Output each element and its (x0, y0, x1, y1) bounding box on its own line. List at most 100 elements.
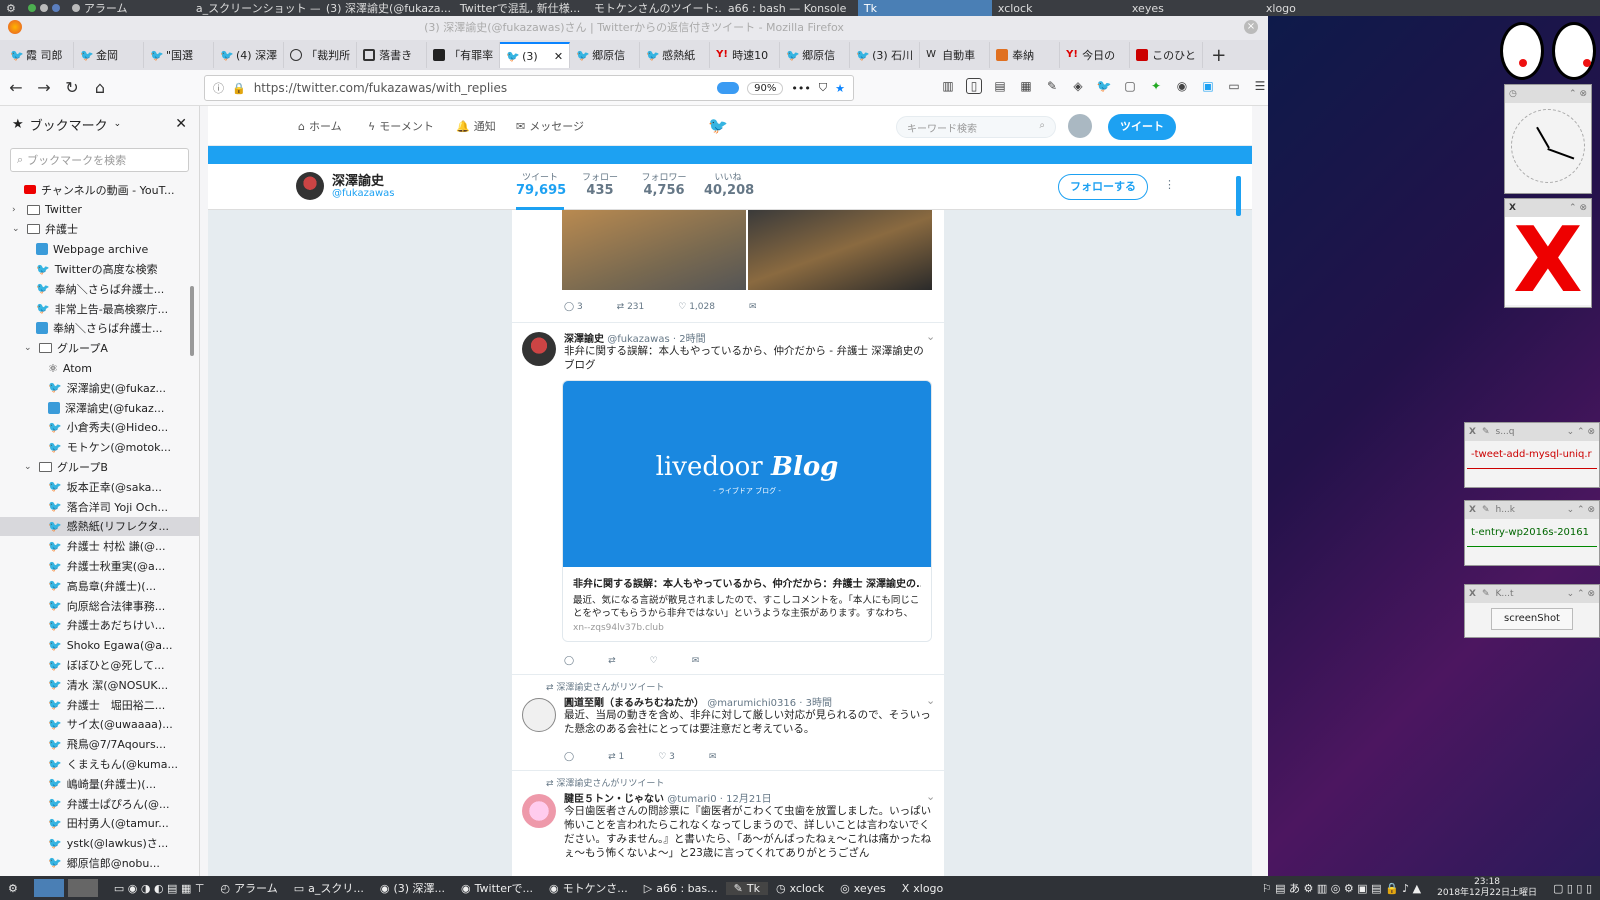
window-controls-icon[interactable]: ⌄ ⌃ ⊗ (1567, 589, 1595, 599)
tab-close-icon[interactable]: ✕ (554, 50, 563, 63)
pocket-icon[interactable]: ⛉ (819, 81, 827, 95)
stat-likes[interactable]: いいね 40,208 (704, 170, 754, 198)
bookmark-item[interactable]: 🐦 坂本正幸(@saka... (0, 477, 199, 497)
chevron-down-icon[interactable]: ⌄ (926, 694, 935, 707)
bookmark-folder[interactable]: ⌄ グループB (0, 457, 199, 477)
sidebar-scrollbar[interactable] (190, 286, 194, 356)
tab[interactable]: 🐦 郷原信 (780, 42, 851, 68)
screenshot-button[interactable]: screenShot (1491, 608, 1573, 630)
reply-icon[interactable]: ◯ 3 (564, 302, 583, 312)
tab[interactable]: 🐦 霞 司郎 (4, 42, 74, 68)
tray-launchers[interactable] (22, 0, 66, 16)
chevron-down-icon[interactable]: ⌄ (926, 330, 935, 343)
retweet-icon[interactable]: ⇄ (608, 656, 616, 666)
bookmark-item[interactable]: 🐦 非常上告-最高検察庁... (0, 299, 199, 319)
kde-menu-icon[interactable]: ⚙ (0, 882, 26, 895)
menu-icon[interactable]: ☰ (1252, 78, 1268, 94)
taskbar-item[interactable]: (3) 深澤諭史(@fukaza... (320, 0, 454, 16)
bookmark-item[interactable]: ⚛ Atom (0, 358, 199, 378)
twitter-extension-icon[interactable]: 🐦 (1096, 78, 1112, 94)
home-icon[interactable]: ⌂ (88, 76, 112, 100)
nav-moments[interactable]: ϟ モーメント (368, 118, 434, 134)
bookmark-item[interactable]: 🐦 くまえもん(@kuma... (0, 754, 199, 774)
window-controls-icon[interactable]: ⌃ ⊗ (1569, 89, 1587, 99)
chevron-down-icon[interactable]: ⌄ (114, 119, 122, 129)
window-controls-icon[interactable]: ⌄ ⌃ ⊗ (1567, 427, 1595, 437)
tweet-avatar[interactable] (522, 794, 556, 828)
taskbar-item[interactable]: X xlogo (894, 882, 952, 895)
like-icon[interactable]: ♡ 3 (658, 752, 675, 762)
bookmark-item[interactable]: 🐦 田村勇人(@tamur... (0, 814, 199, 834)
system-tray[interactable]: ⚐ ▤ あ ⚙ ▥ ◎ ⚙ ▣ ▤ 🔒 ♪ ▲ (1254, 880, 1429, 896)
chevron-down-icon[interactable]: ⌄ (24, 343, 34, 353)
tab[interactable]: 🐦 感熱紙 (640, 42, 711, 68)
bookmark-item[interactable]: 🐦 向原総合法律事務... (0, 596, 199, 616)
twitter-search-input[interactable]: キーワード検索 ⌕ (896, 116, 1056, 138)
bookmark-item[interactable]: 🐦 感熱紙(リフレクタ... (0, 516, 199, 537)
like-icon[interactable]: ♡ (650, 656, 658, 666)
tab[interactable]: 🐦 郷原信 (570, 42, 641, 68)
url-text[interactable]: https://twitter.com/fukazawas/with_repli… (254, 81, 709, 95)
chevron-right-icon[interactable]: › (12, 205, 22, 215)
taskbar-item[interactable]: a66 : bash — Konsole (722, 0, 858, 16)
avatar[interactable] (1068, 114, 1092, 138)
window-close-icon[interactable]: × (1244, 20, 1258, 34)
reply-icon[interactable]: ◯ (564, 656, 574, 666)
sidebar-title[interactable]: ブックマーク (30, 115, 108, 134)
extension-icon[interactable]: ▦ (1018, 78, 1034, 94)
bookmark-folder[interactable]: › Twitter (0, 200, 199, 220)
extension-icon[interactable]: ✦ (1148, 78, 1164, 94)
bookmark-item[interactable]: 🐦 モトケン(@motok... (0, 437, 199, 457)
retweet-icon[interactable]: ⇄ 231 (617, 302, 645, 312)
tweet-photo[interactable] (748, 210, 932, 290)
kde-menu-icon[interactable]: ⚙ (0, 0, 22, 16)
bookmark-item[interactable]: チャンネルの動画 - YouT... (0, 180, 199, 200)
bookmark-star-icon[interactable]: ★ (835, 82, 845, 95)
profile-name[interactable]: 深澤諭史 (332, 170, 384, 189)
tab[interactable]: 落書き (357, 42, 428, 68)
tab[interactable]: 🐦 (3) 石川 (850, 42, 921, 68)
extension-icon[interactable]: ▣ (1200, 78, 1216, 94)
follow-button[interactable]: フォローする (1058, 174, 1148, 200)
dm-icon[interactable]: ✉ (692, 656, 700, 666)
pen-icon[interactable]: ✎ (1044, 78, 1060, 94)
tab[interactable]: 「有罪率 (427, 42, 501, 68)
taskbar-item[interactable]: ◉ Twitterで... (453, 880, 541, 896)
twitter-bird-icon[interactable]: 🐦 (708, 116, 728, 135)
taskbar-item[interactable]: xeyes (1126, 0, 1260, 16)
bookmark-item[interactable]: 🐦 Twitterの高度な検索 (0, 259, 199, 279)
bookmark-item[interactable]: 🐦 ぼぼひと@死して... (0, 655, 199, 675)
tab[interactable]: このひと (1130, 42, 1203, 68)
page-scrollbar[interactable] (1236, 176, 1241, 216)
tab[interactable]: 🐦 (4) 深澤 (214, 42, 285, 68)
sidebar-toggle-icon[interactable]: ▯ (966, 78, 982, 94)
bookmark-item[interactable]: 🐦 弁護士 村松 謙(@... (0, 536, 199, 556)
bookmark-item[interactable]: 奉納＼さらば弁護士... (0, 319, 199, 339)
info-icon[interactable]: ⓘ (213, 80, 224, 96)
bookmark-item[interactable]: 🐦 郷原信郎@nobu... (0, 853, 199, 873)
retweet-icon[interactable]: ⇄ 1 (608, 752, 624, 762)
bookmark-item[interactable]: 🐦 弁護士あだちけい... (0, 616, 199, 636)
pin-icon[interactable]: ✎ (1482, 589, 1490, 599)
tk-window[interactable]: X ✎ K...t ⌄ ⌃ ⊗ screenShot (1464, 584, 1600, 638)
extension-icon[interactable]: ◈ (1070, 78, 1086, 94)
tab[interactable]: 奉納 (990, 42, 1061, 68)
bookmark-item[interactable]: 🐦 小倉秀夫(@Hideo... (0, 418, 199, 438)
bookmark-item[interactable]: 深澤諭史(@fukaz... (0, 398, 199, 418)
tk-window[interactable]: X ✎ s...q ⌄ ⌃ ⊗ -tweet-add-mysql-uniq.r (1464, 422, 1600, 488)
taskbar-item[interactable]: ◉ (3) 深澤... (372, 880, 453, 896)
link-card[interactable]: livedoor Blog - ライブドア ブログ - 非弁に関する誤解：本人も… (562, 380, 932, 642)
bookmark-item[interactable]: 🐦 ystk(@lawkus)さ... (0, 833, 199, 853)
bookmark-item[interactable]: 🐦 落合洋司 Yoji Och... (0, 497, 199, 517)
extension-icon[interactable]: ◉ (1174, 78, 1190, 94)
bookmark-folder[interactable]: ⌄ 弁護士 (0, 220, 199, 240)
sidebar-close-icon[interactable]: ✕ (175, 116, 187, 132)
tab[interactable]: Y! 時速10 (710, 42, 781, 68)
stat-followers[interactable]: フォロワー 4,756 (636, 170, 692, 198)
url-bar[interactable]: ⓘ 🔒 https://twitter.com/fukazawas/with_r… (204, 75, 854, 101)
nav-home[interactable]: ⌂ ホーム (298, 118, 342, 134)
clock[interactable]: 23:18 2018年12月22日土曜日 (1429, 877, 1545, 899)
tab[interactable]: W 自動車 (920, 42, 991, 68)
window-titlebar[interactable]: X ✎ h...k ⌄ ⌃ ⊗ (1465, 501, 1599, 519)
tab[interactable]: 🐦 "国選 (144, 42, 214, 68)
